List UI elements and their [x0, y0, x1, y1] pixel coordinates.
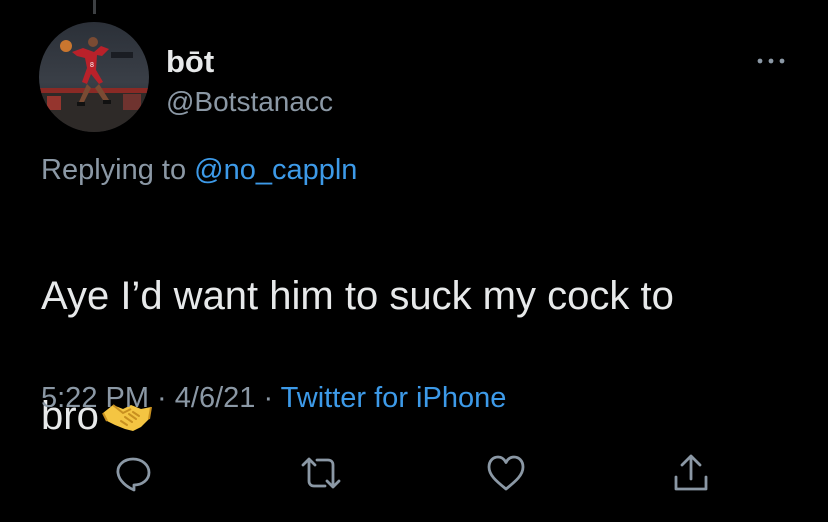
tweet-action-bar [0, 451, 828, 495]
tweet-text-line-1: Aye I’d want him to suck my cock to [41, 274, 674, 318]
like-button[interactable] [484, 451, 528, 495]
more-options-icon[interactable] [755, 54, 787, 66]
avatar[interactable]: 8 [39, 22, 149, 132]
tweet-source-link[interactable]: Twitter for iPhone [281, 382, 507, 414]
tweet-time[interactable]: 5:22 PM [41, 382, 149, 414]
author-handle[interactable]: @Botstanacc [166, 84, 333, 120]
meta-separator: · [149, 382, 175, 414]
meta-separator: · [255, 382, 281, 414]
reply-button[interactable] [111, 451, 155, 495]
svg-text:8: 8 [90, 62, 94, 69]
avatar-image: 8 [39, 22, 149, 132]
tweet-date[interactable]: 4/6/21 [175, 382, 256, 414]
retweet-button[interactable] [299, 451, 343, 495]
replying-to-line: Replying to @no_cappln [41, 152, 357, 188]
reply-icon [116, 457, 151, 492]
thread-connector-line [93, 0, 96, 14]
author-display-name[interactable]: bōt [166, 44, 214, 80]
retweet-icon [301, 457, 341, 489]
tweet-metadata: 5:22 PM · 4/6/21 · Twitter for iPhone [41, 380, 506, 416]
replying-to-label: Replying to [41, 154, 195, 186]
reply-mention-link[interactable]: @no_cappln [194, 154, 357, 186]
share-button[interactable] [669, 451, 713, 495]
share-icon [674, 454, 708, 491]
heart-icon [487, 455, 525, 491]
